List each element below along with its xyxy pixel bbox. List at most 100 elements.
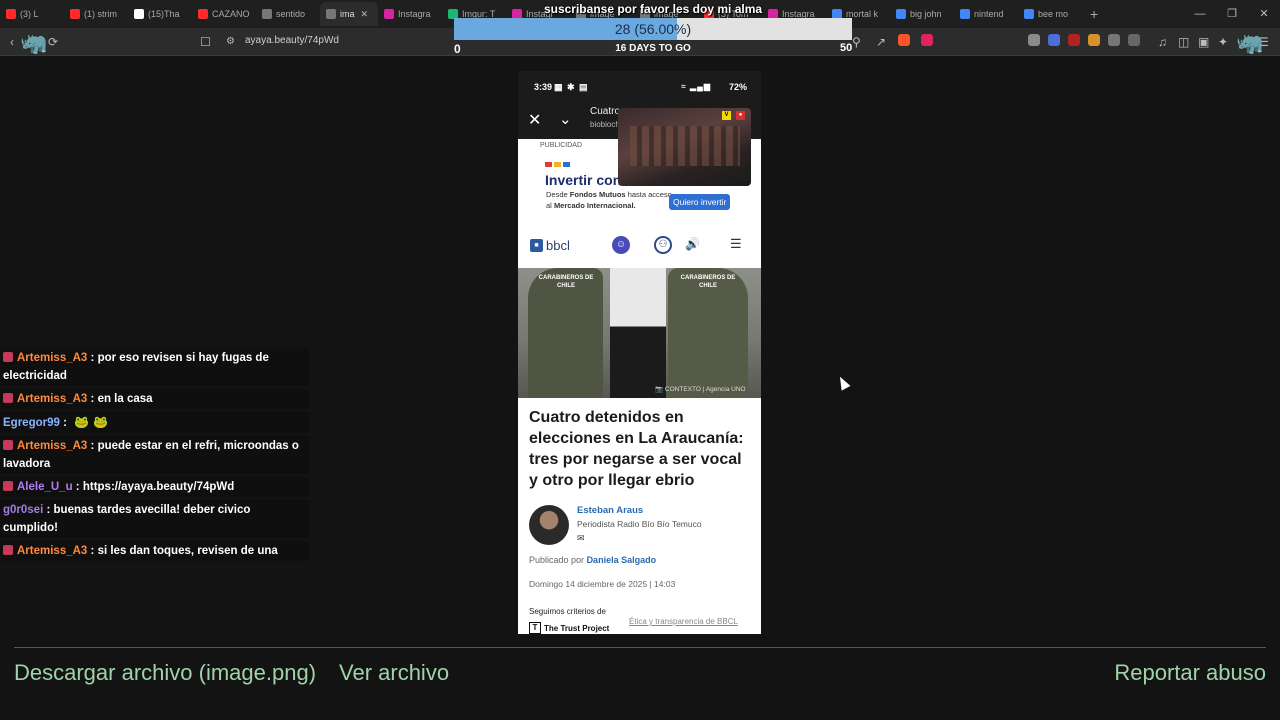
mouse-cursor-icon (835, 374, 851, 391)
extension-orange-icon[interactable] (1088, 34, 1100, 46)
tab-label: (3) L (20, 9, 39, 19)
minimize-icon[interactable]: — (1184, 0, 1216, 28)
tab-favicon-icon (326, 9, 336, 19)
chat-message: Artemiss_A3 : en la casa (0, 389, 309, 409)
chat-message: Egregor99 : 🐸 🐸 (0, 412, 309, 433)
browser-tab[interactable]: nintend (954, 2, 1018, 26)
mail-icon[interactable]: ✉ (577, 533, 585, 544)
author-role: Periodista Radio Bío Bío Temuco (577, 519, 702, 529)
browser-tab[interactable]: Instagra (378, 2, 442, 26)
browser-tab[interactable]: bee mo (1018, 2, 1082, 26)
tab-label: nintend (974, 9, 1004, 19)
chat-username[interactable]: Alele_U_u (17, 481, 73, 493)
goal-progress-value: 28 (56.00%) (614, 21, 692, 37)
trust-project[interactable]: T The Trust Project (529, 622, 609, 634)
tab-close-icon[interactable]: ✕ (361, 9, 369, 20)
signal-icons: ≈ ▂▄▆ (681, 82, 711, 91)
chat-text: https://ayaya.beauty/74pWd (82, 481, 235, 493)
chat-username[interactable]: g0r0sei (3, 504, 43, 516)
chat-text: si les dan toques, revisen de una (97, 545, 278, 557)
chat-username[interactable]: Artemiss_A3 (17, 352, 87, 364)
goal-title: suscribanse por favor les doy mi alma (543, 2, 763, 16)
ad-label: PUBLICIDAD (540, 142, 583, 149)
chat-username[interactable]: Artemiss_A3 (17, 440, 87, 452)
tab-favicon-icon (6, 9, 16, 19)
browser-tab[interactable]: big john (890, 2, 954, 26)
tab-favicon-icon (1024, 9, 1034, 19)
zoom-icon[interactable]: ⚲ (852, 34, 861, 50)
site-logo[interactable]: ■ bbcl (530, 238, 570, 253)
extension-capture-icon[interactable] (1128, 34, 1140, 46)
reload-icon[interactable]: ⟳ (48, 34, 58, 50)
wallet-icon[interactable]: ▣ (1198, 34, 1209, 50)
download-file-link[interactable]: Descargar archivo (image.png) (14, 660, 316, 686)
accessibility-icon[interactable]: ⚇ (654, 236, 672, 254)
bookmark-icon[interactable]: ☐ (200, 34, 211, 50)
browser-tab[interactable]: (15)Tha (128, 2, 192, 26)
media-icon[interactable]: ♫ (1158, 34, 1167, 50)
extension-translate-icon[interactable] (1028, 34, 1040, 46)
new-tab-button[interactable]: + (1082, 6, 1106, 22)
speaker-icon[interactable]: 🔊 (685, 237, 700, 251)
ad-copy: Desde Fondos Mutuos hasta acceso al Merc… (546, 190, 672, 210)
browser-tab[interactable]: ima ✕ (320, 2, 378, 26)
subscriber-badge-icon (3, 393, 13, 403)
hamburger-menu-icon[interactable]: ☰ (730, 236, 742, 252)
chat-message: g0r0sei : buenas tardes avecilla! deber … (0, 500, 309, 538)
chat-message: Alele_U_u : https://ayaya.beauty/74pWd (0, 477, 309, 497)
footer-divider (14, 647, 1266, 648)
report-abuse-link[interactable]: Reportar abuso (1114, 660, 1266, 686)
tab-label: Instagra (398, 9, 431, 19)
browser-tab[interactable]: sentido (256, 2, 320, 26)
back-icon[interactable]: ‹ (10, 34, 14, 50)
address-bar[interactable]: ayaya.beauty/74pWd (245, 35, 339, 46)
subscriber-badge-icon (3, 440, 13, 450)
ad-headline: Invertir con (545, 172, 622, 188)
photo-patch-left: CARABINEROS DE CHILE (538, 275, 594, 289)
tab-favicon-icon (960, 9, 970, 19)
close-window-icon[interactable]: ✕ (1248, 0, 1280, 28)
video-badge-icon: V (722, 111, 731, 120)
ad-cta-button[interactable]: Quiero invertir (669, 194, 731, 210)
browser-tab[interactable]: CAZANO (192, 2, 256, 26)
leo-ai-icon[interactable]: ✦ (1218, 34, 1228, 50)
author-name[interactable]: Esteban Araus (577, 505, 643, 516)
tab-label: (1) strim (84, 9, 117, 19)
maximize-icon[interactable]: ❐ (1216, 0, 1248, 28)
view-file-link[interactable]: Ver archivo (339, 660, 449, 686)
user-icon[interactable]: ☺ (612, 236, 630, 254)
tab-favicon-icon (70, 9, 80, 19)
chat-username[interactable]: Artemiss_A3 (17, 545, 87, 557)
tab-label: sentido (276, 9, 306, 19)
phone-screenshot: 3:39 ▦ ✱ ▤ ≈ ▂▄▆ 72% ✕ ⌄ Cuatro biobioch… (518, 71, 761, 634)
close-icon[interactable]: ✕ (528, 110, 541, 130)
subscriber-badge-icon (3, 352, 13, 362)
floating-video[interactable]: V ● (618, 108, 751, 186)
site-info-icon[interactable]: ⚙ (226, 34, 235, 50)
author-avatar (529, 505, 569, 545)
sidebar-icon[interactable]: ◫ (1178, 34, 1189, 50)
photo-patch-right: CARABINEROS DE CHILE (680, 275, 736, 289)
tab-favicon-icon (262, 9, 272, 19)
browser-tab[interactable]: (1) strim (64, 2, 128, 26)
extensions-puzzle-icon[interactable] (1108, 34, 1120, 46)
article-headline: Cuatro detenidos en elecciones en La Ara… (529, 409, 744, 489)
chevron-down-icon[interactable]: ⌄ (559, 110, 572, 128)
browser-tab[interactable]: (3) L (0, 2, 64, 26)
brave-shield-icon[interactable] (898, 34, 910, 46)
chat-username[interactable]: Artemiss_A3 (17, 393, 87, 405)
extension-blue-icon[interactable] (1048, 34, 1060, 46)
brave-rewards-icon[interactable] (921, 34, 933, 46)
extension-ublock-icon[interactable] (1068, 34, 1080, 46)
tab-label: bee mo (1038, 9, 1069, 19)
trust-project-icon: T (529, 622, 541, 634)
chat-username[interactable]: Egregor99 (3, 417, 60, 429)
bbcl-logo-icon: ■ (530, 239, 543, 252)
share-icon[interactable]: ↗ (876, 34, 886, 50)
phone-time: 3:39 (534, 82, 553, 92)
ethics-link[interactable]: Ética y transparencia de BBCL (629, 617, 738, 626)
chat-emote-icon: 🐸 (74, 415, 90, 429)
goal-max: 50 (840, 42, 853, 54)
page-title: Cuatro (590, 106, 621, 117)
chat-message: Artemiss_A3 : puede estar en el refri, m… (0, 436, 309, 474)
